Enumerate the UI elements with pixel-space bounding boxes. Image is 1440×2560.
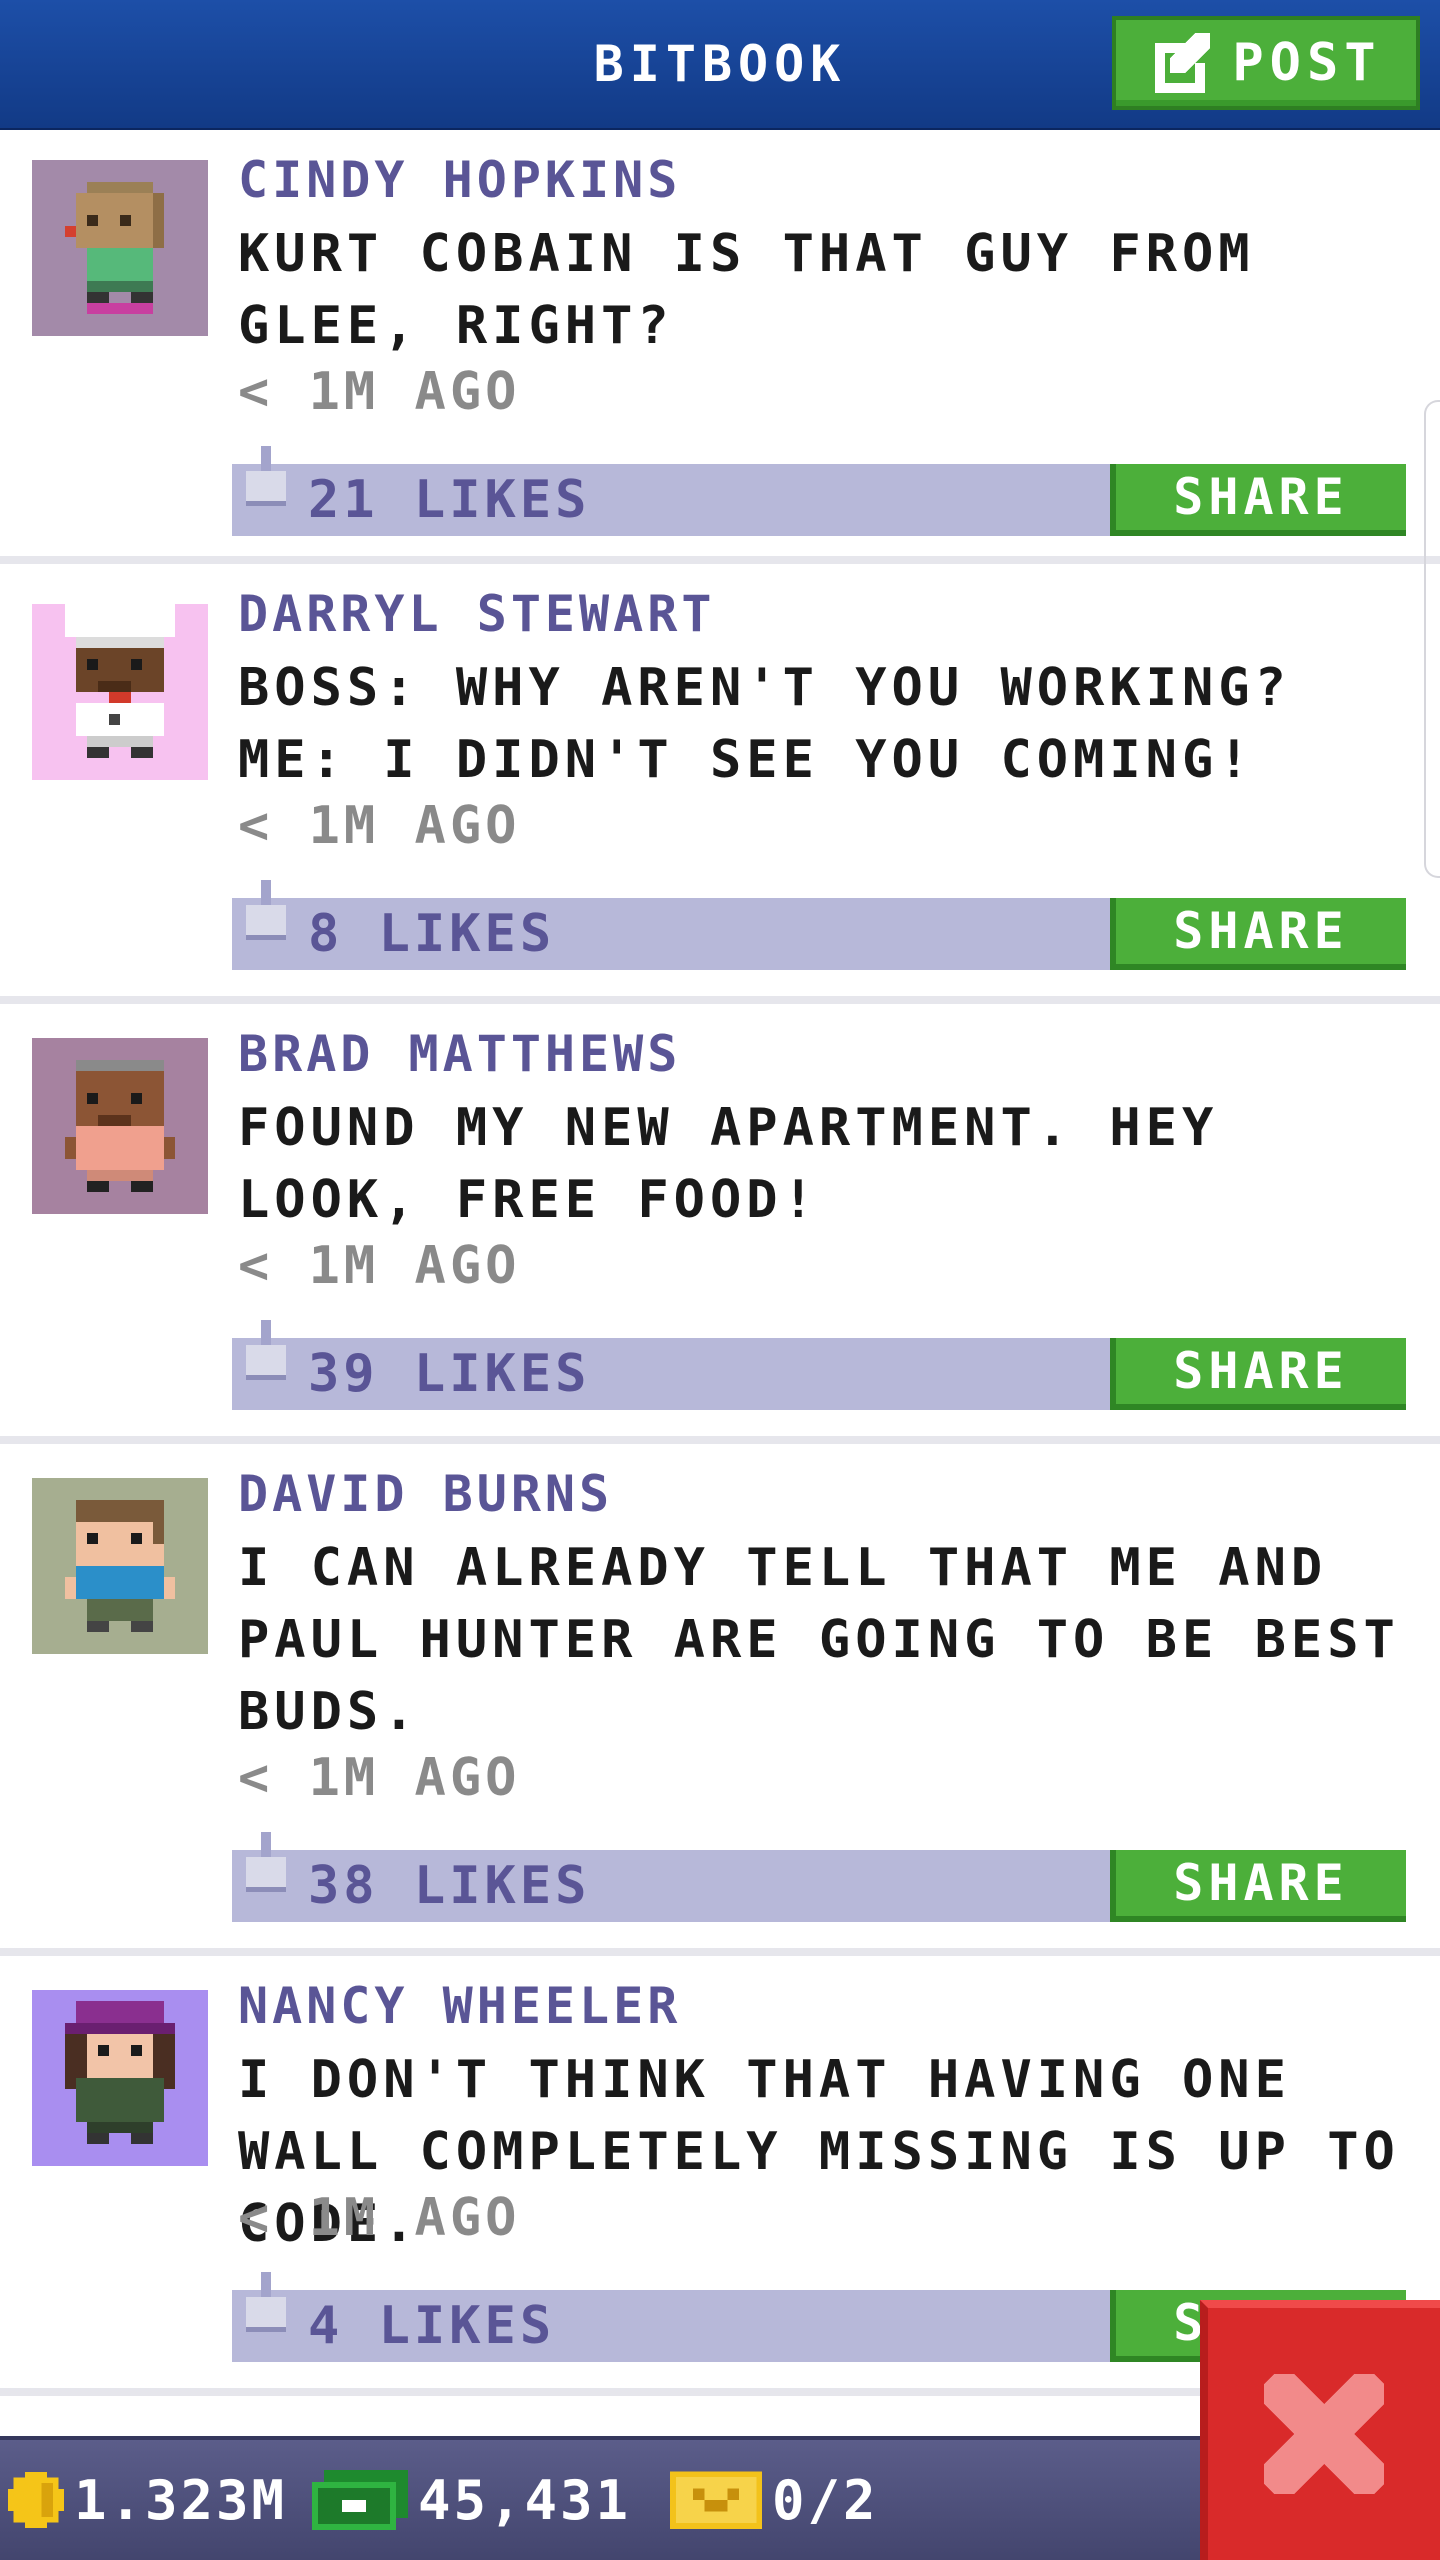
scroll-indicator[interactable] [1424,400,1440,878]
coins-value: 1.323M [74,2468,288,2532]
post-author[interactable]: DAVID BURNS [238,1462,613,1526]
avatar [32,604,208,780]
vip-stat: 0/2 [670,2440,879,2560]
bux-stat: 45,431 [312,2440,631,2560]
post-author[interactable]: CINDY HOPKINS [238,148,681,212]
post-text: BOSS: WHY AREN'T YOU WORKING? ME: I DIDN… [238,658,1291,790]
likes-count: 38 LIKES [308,1856,591,1916]
coins-stat: 1.323M [8,2440,287,2560]
coin-icon [8,2472,64,2528]
likes-bar: 8 LIKES SHARE [232,880,1406,970]
likes-count: 8 LIKES [308,904,556,964]
compose-icon [1155,33,1211,93]
avatar [32,1478,208,1654]
bitizen-pink-shirt-icon [32,1038,208,1214]
likes-bar: 39 LIKES SHARE [232,1320,1406,1410]
feed-post: CINDY HOPKINS KURT COBAIN IS THAT GUY FR… [0,130,1440,564]
feed-post: DARRYL STEWART BOSS: WHY AREN'T YOU WORK… [0,564,1440,1004]
likes-bar: 21 LIKES SHARE [232,446,1406,536]
likes-count: 4 LIKES [308,2296,556,2356]
feed-post: DAVID BURNS I CAN ALREADY TELL THAT ME A… [0,1444,1440,1956]
close-icon [1264,2374,1384,2494]
post-text: FOUND MY NEW APARTMENT. HEY LOOK, FREE F… [238,1098,1219,1230]
bitizen-blue-shirt-icon [32,1478,208,1654]
ticket-icon [670,2471,762,2529]
post-author[interactable]: NANCY WHEELER [238,1974,681,2038]
post-text: KURT COBAIN IS THAT GUY FROM GLEE, RIGHT… [238,224,1255,356]
bitizen-chef-icon [32,604,208,780]
bux-value: 45,431 [418,2468,632,2532]
feed: CINDY HOPKINS KURT COBAIN IS THAT GUY FR… [0,130,1440,2396]
share-button[interactable]: SHARE [1110,1338,1406,1410]
post-label: POST [1232,33,1382,93]
post-time: < 1M AGO [238,1236,521,1296]
like-icon[interactable] [246,2272,286,2332]
likes-count: 39 LIKES [308,1344,591,1404]
post-time: < 1M AGO [238,796,521,856]
post-time: < 1M AGO [238,362,521,422]
post-button[interactable]: POST [1112,16,1420,110]
vip-value: 0/2 [772,2468,879,2532]
feed-post: BRAD MATTHEWS FOUND MY NEW APARTMENT. HE… [0,1004,1440,1444]
bux-icon [312,2470,408,2530]
likes-bar: 38 LIKES SHARE [232,1832,1406,1922]
like-icon[interactable] [246,1320,286,1380]
bitizen-purple-hat-icon [32,1990,208,2166]
avatar [32,160,208,336]
share-button[interactable]: SHARE [1110,1850,1406,1922]
likes-count: 21 LIKES [308,470,591,530]
post-author[interactable]: DARRYL STEWART [238,582,715,646]
post-author[interactable]: BRAD MATTHEWS [238,1022,681,1086]
post-text: I CAN ALREADY TELL THAT ME AND PAUL HUNT… [238,1538,1400,1742]
avatar [32,1038,208,1214]
avatar [32,1990,208,2166]
like-icon[interactable] [246,1832,286,1892]
like-icon[interactable] [246,880,286,940]
post-time: < 1M AGO [238,2188,521,2248]
close-button[interactable] [1200,2300,1440,2560]
share-button[interactable]: SHARE [1110,464,1406,536]
bitizen-green-shirt-icon [32,160,208,336]
top-bar: BITBOOK POST [0,0,1440,130]
like-icon[interactable] [246,446,286,506]
share-button[interactable]: SHARE [1110,898,1406,970]
post-time: < 1M AGO [238,1748,521,1808]
